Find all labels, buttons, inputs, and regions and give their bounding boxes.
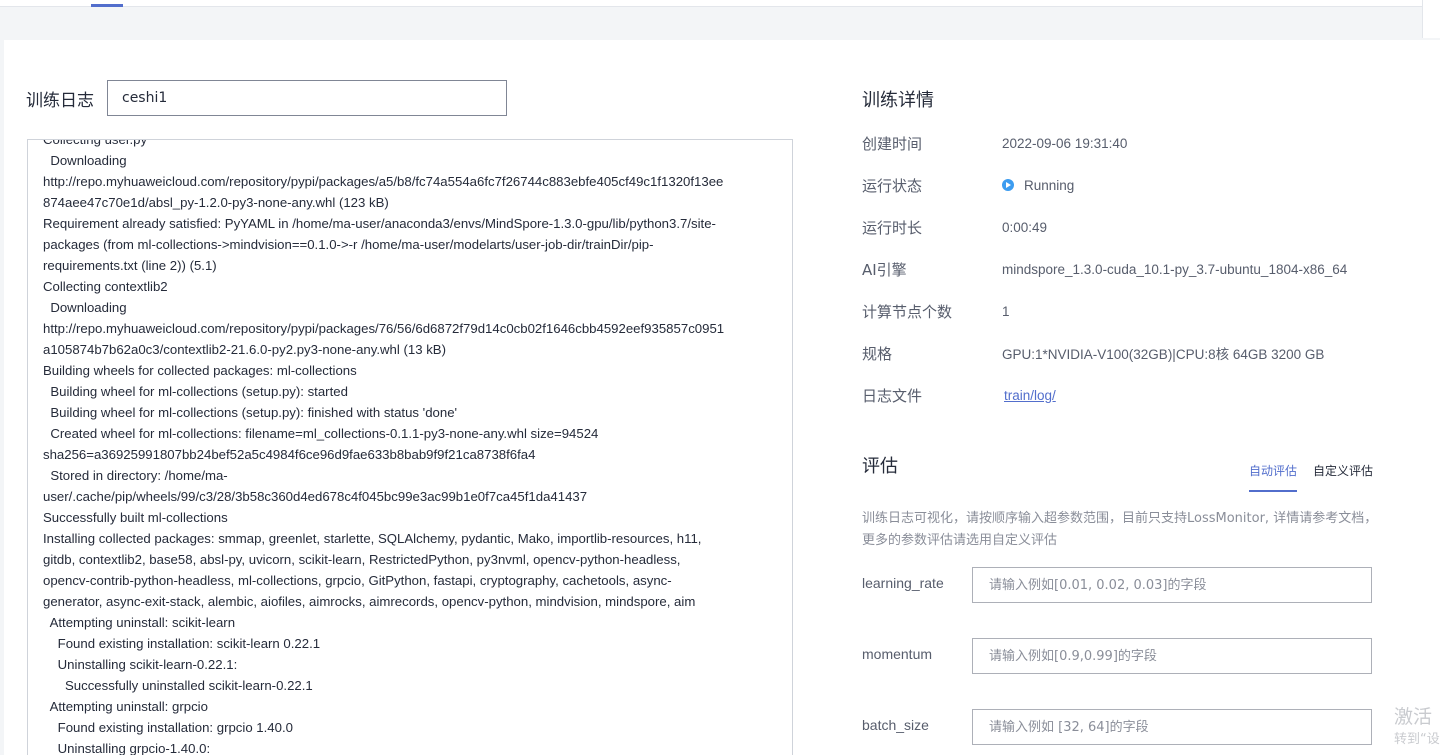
nodes-label: 计算节点个数	[862, 302, 953, 321]
evaluation-description: 训练日志可视化，请按顺序输入超参数范围，目前只支持LossMonitor, 详情…	[862, 511, 1378, 548]
detail-row-created: 创建时间 2022-09-06 19:31:40	[862, 131, 1127, 155]
logfile-label: 日志文件	[862, 386, 923, 405]
momentum-input[interactable]	[972, 638, 1372, 674]
log-line: Collecting user.py	[43, 139, 148, 147]
learning-rate-label: learning_rate	[862, 575, 944, 591]
log-line: user/.cache/pip/wheels/99/c3/28/3b58c360…	[43, 489, 588, 504]
tab-custom-evaluation[interactable]: 自定义评估	[1313, 462, 1373, 490]
log-line: Downloading	[43, 153, 127, 168]
activation-watermark: 激活	[1394, 706, 1433, 728]
log-line: http://repo.myhuaweicloud.com/repository…	[43, 174, 724, 189]
log-line: Found existing installation: scikit-lear…	[43, 636, 321, 651]
detail-row-status: 运行状态 Running	[862, 173, 1074, 197]
log-line: Stored in directory: /home/ma-	[43, 468, 228, 483]
detail-row-logfile: 日志文件 train/log/	[862, 383, 1056, 407]
log-line: generator, async-exit-stack, alembic, ai…	[43, 594, 696, 609]
log-line: http://repo.myhuaweicloud.com/repository…	[43, 321, 725, 336]
log-line: Successfully uninstalled scikit-learn-0.…	[43, 678, 313, 693]
duration-value: 0:00:49	[1002, 219, 1048, 235]
detail-row-duration: 运行时长 0:00:49	[862, 215, 1047, 239]
log-line: Found existing installation: grpcio 1.40…	[43, 720, 293, 735]
log-line: Successfully built ml-collections	[43, 510, 228, 525]
status-label: 运行状态	[862, 176, 923, 195]
log-line: sha256=a36925991807bb24bef52a5c4984f6ce9…	[43, 447, 536, 462]
log-line: Downloading	[43, 300, 127, 315]
spec-value: GPU:1*NVIDIA-V100(32GB)|CPU:8核 64GB 3200…	[1002, 347, 1325, 362]
created-label: 创建时间	[862, 134, 923, 153]
top-nav-bar	[0, 0, 1440, 7]
momentum-label: momentum	[862, 646, 933, 662]
log-line: 874aee47c70e1d/absl_py-1.2.0-py3-none-an…	[43, 195, 389, 210]
scrollbar-track[interactable]	[1422, 0, 1440, 38]
log-line: Created wheel for ml-collections: filena…	[43, 426, 599, 441]
job-select-input[interactable]	[107, 80, 507, 116]
learning-rate-input[interactable]	[972, 567, 1372, 603]
log-line: Attempting uninstall: scikit-learn	[43, 615, 236, 630]
engine-value: mindspore_1.3.0-cuda_10.1-py_3.7-ubuntu_…	[1002, 261, 1348, 277]
created-value: 2022-09-06 19:31:40	[1002, 135, 1128, 151]
details-title: 训练详情	[862, 90, 934, 111]
tab-auto-evaluation[interactable]: 自动评估	[1249, 462, 1298, 492]
duration-label: 运行时长	[862, 218, 923, 237]
log-line: gitdb, contextlib2, base58, absl-py, uvi…	[43, 552, 681, 567]
spec-label: 规格	[862, 344, 893, 363]
log-line: requirements.txt (line 2)) (5.1)	[43, 258, 217, 273]
log-lines: Collecting user.py Downloading http://rep…	[43, 139, 782, 755]
batch-size-input[interactable]	[972, 709, 1372, 745]
log-line: Requirement already satisfied: PyYAML in…	[43, 216, 716, 231]
logfile-link[interactable]: train/log/	[1004, 388, 1056, 403]
log-section-title: 训练日志	[26, 91, 94, 111]
log-line: Building wheels for collected packages: …	[43, 363, 357, 378]
engine-label: AI引擎	[862, 260, 907, 279]
log-line: opencv-contrib-python-headless, ml-colle…	[43, 573, 672, 588]
log-line: a105874b7b62a0c3/contextlib2-21.6.0-py2.…	[43, 342, 446, 357]
status-value-wrap: Running	[1002, 178, 1074, 193]
running-icon	[1002, 179, 1014, 191]
log-line: Building wheel for ml-collections (setup…	[43, 405, 458, 420]
activation-watermark-sub: 转到“设	[1394, 732, 1440, 747]
evaluation-title: 评估	[862, 456, 898, 477]
log-line: Collecting contextlib2	[43, 279, 168, 294]
detail-row-spec: 规格 GPU:1*NVIDIA-V100(32GB)|CPU:8核 64GB 3…	[862, 341, 1324, 365]
batch-size-label: batch_size	[862, 717, 929, 733]
nodes-value: 1	[1002, 303, 1010, 319]
log-line: Installing collected packages: smmap, gr…	[43, 531, 702, 546]
log-line: Uninstalling scikit-learn-0.22.1:	[43, 657, 238, 672]
detail-row-nodes: 计算节点个数 1	[862, 299, 1010, 323]
log-viewer[interactable]: Collecting user.py Downloading http://rep…	[27, 139, 793, 755]
log-line: packages (from ml-collections->mindvisio…	[43, 237, 654, 252]
log-line: Attempting uninstall: grpcio	[43, 699, 208, 714]
status-value: Running	[1024, 177, 1075, 193]
active-tab-indicator	[91, 4, 123, 7]
log-line: Building wheel for ml-collections (setup…	[43, 384, 348, 399]
detail-row-engine: AI引擎 mindspore_1.3.0-cuda_10.1-py_3.7-ub…	[862, 257, 1347, 281]
log-line: Uninstalling grpcio-1.40.0:	[43, 741, 211, 755]
